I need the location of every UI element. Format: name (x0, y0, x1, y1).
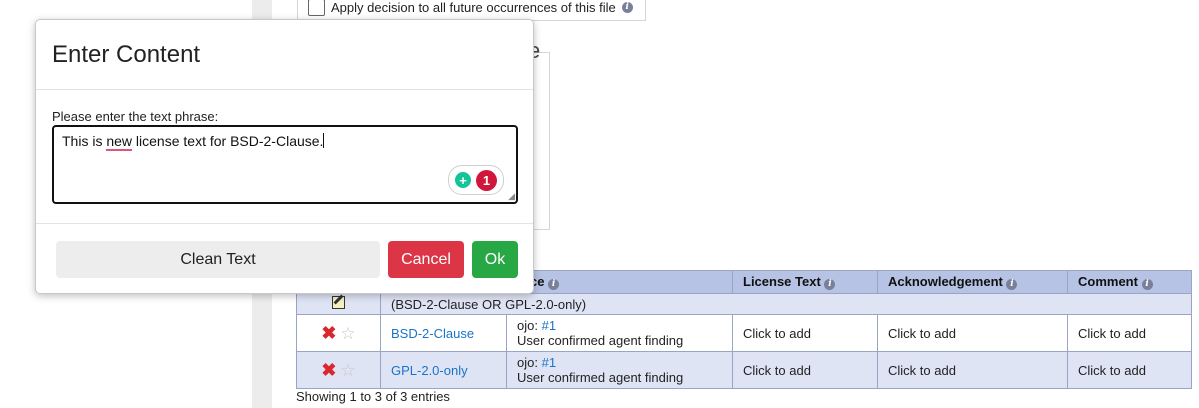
clean-text-button[interactable]: Clean Text (56, 241, 380, 278)
source-note: User confirmed agent finding (517, 370, 684, 385)
table-row: ✖ ☆ GPL-2.0-only ojo: #1 User confirmed … (296, 351, 1192, 389)
col-source[interactable]: urce i (506, 270, 733, 294)
text-phrase-input[interactable]: This is new license text for BSD-2-Claus… (52, 125, 518, 204)
cancel-button[interactable]: Cancel (388, 241, 464, 278)
input-text-part: This is (62, 133, 107, 149)
grammar-assistant-badge[interactable]: + 1 (448, 165, 504, 195)
input-text-part: license text for BSD-2-Clause. (132, 133, 324, 149)
delete-icon[interactable]: ✖ (321, 324, 336, 342)
dialog-header: Enter Content (36, 20, 533, 90)
expression-row: (BSD-2-Clause OR GPL-2.0-only) (296, 293, 1192, 315)
source-agent: ojo: (517, 318, 538, 333)
star-icon[interactable]: ☆ (340, 325, 355, 342)
dialog-title: Enter Content (52, 41, 201, 68)
ok-button[interactable]: Ok (472, 241, 518, 278)
table-row: ✖ ☆ BSD-2-Clause ojo: #1 User confirmed … (296, 314, 1192, 352)
col-acknowledgement[interactable]: Acknowledgement i (877, 270, 1068, 294)
edit-icon[interactable] (332, 296, 345, 309)
apply-decision-label: Apply decision to all future occurrences… (331, 0, 616, 15)
delete-icon[interactable]: ✖ (321, 361, 336, 379)
lightbulb-icon: + (455, 172, 471, 188)
col-comment[interactable]: Comment i (1067, 270, 1192, 294)
dialog-footer: Clean Text Cancel Ok (36, 223, 533, 294)
col-license-text[interactable]: License Text i (732, 270, 878, 294)
text-caret (323, 133, 325, 148)
source-link[interactable]: #1 (542, 355, 556, 370)
info-icon[interactable]: i (1006, 279, 1018, 290)
acknowledgement-cell[interactable]: Click to add (877, 351, 1068, 389)
enter-content-dialog: Enter Content Please enter the text phra… (35, 19, 534, 294)
comment-cell[interactable]: Click to add (1067, 351, 1192, 389)
dialog-body: Please enter the text phrase: This is ne… (52, 109, 518, 204)
apply-decision-box: Apply decision to all future occurrences… (297, 0, 646, 21)
comment-cell[interactable]: Click to add (1067, 314, 1192, 352)
info-icon[interactable]: i (548, 279, 560, 290)
resize-handle-icon[interactable]: ◢ (508, 192, 515, 201)
acknowledgement-cell[interactable]: Click to add (877, 314, 1068, 352)
license-text-cell[interactable]: Click to add (732, 314, 878, 352)
star-icon[interactable]: ☆ (340, 362, 355, 379)
text-phrase-label: Please enter the text phrase: (52, 109, 219, 124)
apply-decision-checkbox[interactable] (308, 0, 325, 16)
misspelled-word[interactable]: new (106, 133, 133, 151)
suggestion-count: 1 (476, 169, 497, 191)
info-icon[interactable]: i (824, 279, 836, 290)
license-link[interactable]: GPL-2.0-only (391, 363, 468, 378)
entries-info: Showing 1 to 3 of 3 entries (296, 389, 450, 404)
license-text-cell[interactable]: Click to add (732, 351, 878, 389)
info-icon[interactable]: i (621, 2, 633, 13)
license-link[interactable]: BSD-2-Clause (391, 326, 474, 341)
source-note: User confirmed agent finding (517, 333, 684, 348)
source-link[interactable]: #1 (542, 318, 556, 333)
license-expression: (BSD-2-Clause OR GPL-2.0-only) (380, 293, 1192, 315)
info-icon[interactable]: i (1141, 279, 1153, 290)
source-agent: ojo: (517, 355, 538, 370)
